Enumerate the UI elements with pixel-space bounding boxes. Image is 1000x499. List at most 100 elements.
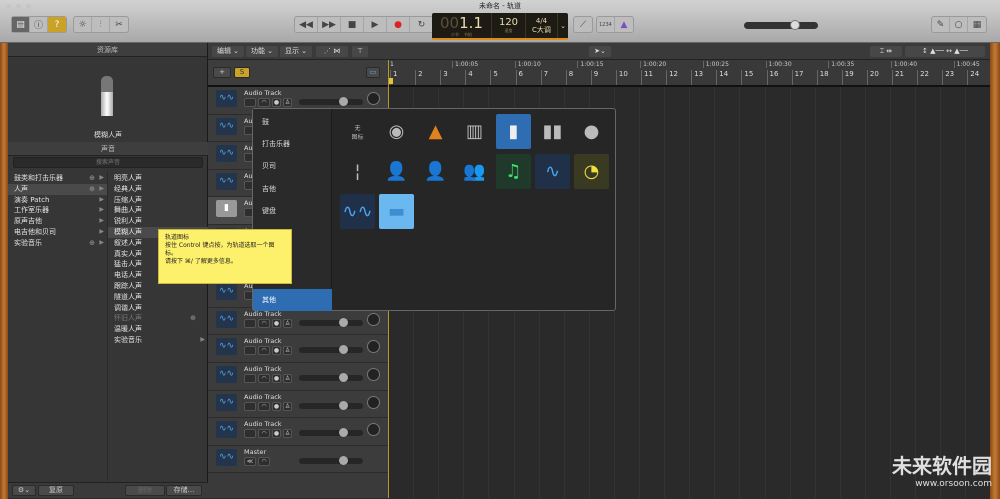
info-button[interactable]: ⓘ [30, 17, 48, 32]
automation-button[interactable]: ⋰ ⋈ [316, 46, 348, 57]
solo-headphones-button[interactable]: ◠ [258, 346, 270, 356]
functions-menu[interactable]: 功能 ⌄ [246, 46, 278, 57]
track-row[interactable]: ∿∿Audio Track◠●♙ [208, 335, 388, 363]
zoom-fit-buttons[interactable]: ⌶ ⇹ [870, 46, 902, 57]
view-menu[interactable]: 显示 ⌄ [280, 46, 312, 57]
pointer-tool-menu[interactable]: ➤⌄ [589, 46, 611, 57]
category-item[interactable]: 鼓类和打击乐器 ⊕ ▶ [8, 173, 107, 184]
slider-thumb[interactable] [339, 455, 348, 465]
track-icon[interactable]: ∿∿ [216, 338, 237, 356]
patch-item[interactable]: 锐利人声 [108, 216, 208, 227]
track-icon[interactable]: ∿∿ [216, 145, 237, 163]
mute-button[interactable] [244, 346, 256, 356]
category-item[interactable]: 电吉他和贝司 ▶ [8, 227, 107, 238]
cycle-button[interactable]: ↻ [410, 17, 433, 32]
mute-button[interactable] [244, 429, 256, 439]
track-icon[interactable]: ∿∿ [216, 90, 237, 107]
track-row[interactable]: ∿∿Audio Track◠●♙ [208, 390, 388, 419]
track-icon[interactable]: ∿∿ [216, 310, 237, 328]
folder-icon[interactable]: ▬ [379, 194, 414, 229]
catch-button[interactable]: ⊤ [352, 46, 368, 57]
lcd-dropdown-icon[interactable]: ⌄ [558, 13, 568, 38]
record-enable-button[interactable]: ● [272, 429, 281, 439]
search-sounds-input[interactable] [13, 157, 203, 168]
volume-slider[interactable] [299, 97, 363, 106]
download-icon[interactable]: ⊕ [89, 173, 95, 184]
zoom-sliders[interactable]: ↕ ▲── ↔ ▲── [905, 46, 985, 57]
record-enable-button[interactable]: ● [272, 374, 281, 383]
media-browser-button[interactable]: ▦ [968, 17, 986, 32]
icon-category-item[interactable]: 贝司 [253, 155, 332, 177]
record-button[interactable]: ● [387, 17, 410, 32]
mute-button[interactable] [244, 401, 256, 411]
solo-headphones-button[interactable]: ◠ [258, 374, 270, 383]
track-icon[interactable]: ∿∿ [216, 421, 237, 439]
volume-slider[interactable] [299, 317, 363, 327]
patch-item[interactable]: 怀旧人声 ⊕ [108, 313, 208, 324]
patch-item[interactable]: 舞曲人声 [108, 205, 208, 216]
forward-button[interactable]: ▶▶ [318, 17, 341, 32]
record-enable-button[interactable]: ● [272, 318, 281, 328]
slider-thumb[interactable] [339, 428, 348, 438]
mic-stand-icon[interactable]: ¦ [340, 154, 375, 189]
download-icon[interactable]: ⊕ [190, 313, 196, 324]
condenser-mic-icon[interactable]: ▮ [496, 114, 531, 149]
record-enable-button[interactable]: ● [272, 98, 281, 107]
solo-headphones-button[interactable]: ◠ [258, 429, 270, 439]
save-button[interactable]: 存储... [166, 485, 202, 496]
icon-category-item[interactable]: 打击乐器 [253, 133, 332, 155]
category-item[interactable]: 实验音乐 ⊕ ▶ [8, 238, 107, 249]
track-icon[interactable]: ∿∿ [216, 366, 237, 383]
slider-thumb[interactable] [339, 345, 348, 355]
vintage-mic-icon[interactable]: ● [574, 114, 609, 149]
patch-item[interactable]: 经典人声 [108, 184, 208, 195]
rewind-button[interactable]: ◀◀ [295, 17, 318, 32]
pan-knob[interactable] [367, 395, 380, 409]
audio-wave-icon[interactable]: ∿∿ [340, 194, 375, 229]
track-row[interactable]: ∿∿Audio Track◠●♙ [208, 307, 388, 336]
lcd-display[interactable]: 001.1 小节 节拍 120 速度 4/4 C大调 ⌄ [432, 13, 568, 40]
icon-category-item[interactable]: 鼓 [253, 111, 332, 133]
mute-button[interactable] [244, 318, 256, 328]
category-item[interactable]: 演奏 Patch ▶ [8, 195, 107, 206]
mute-button[interactable] [244, 374, 256, 383]
mute-button[interactable] [244, 98, 256, 107]
loop-browser-button[interactable]: ○ [950, 17, 968, 32]
track-row[interactable]: ∿∿ Master ≪ ◠ [208, 445, 388, 474]
notepad-button[interactable]: ✎ [932, 17, 950, 32]
metronome-button[interactable]: ▲ [615, 17, 633, 32]
track-icon[interactable]: ∿∿ [216, 283, 237, 301]
no-icon[interactable]: 无 图标 [340, 114, 375, 149]
global-tracks-button[interactable]: ▭ [366, 67, 380, 78]
ruler[interactable]: 1 1:00:05 1:00:10 1:00:15 1:00:20 1:00:25 1:00… [388, 60, 990, 87]
volume-slider[interactable] [299, 400, 363, 410]
pan-knob[interactable] [367, 312, 380, 326]
input-monitor-button[interactable]: ♙ [283, 401, 292, 411]
settings-menu-button[interactable]: ⚙⌄ [12, 485, 36, 496]
choir-icon[interactable]: 👥 [457, 154, 492, 189]
volume-slider[interactable] [299, 455, 363, 465]
icon-category-item[interactable]: 吉他 [253, 178, 332, 200]
volume-slider[interactable] [299, 373, 363, 382]
input-monitor-button[interactable]: ♙ [283, 346, 292, 356]
icon-category-item[interactable]: 其他 [253, 288, 332, 311]
edit-menu[interactable]: 编辑 ⌄ [212, 46, 244, 57]
tuner-button[interactable]: ⟋ [574, 17, 592, 32]
slider-thumb[interactable] [339, 400, 348, 410]
headphones-icon[interactable]: ◠ [258, 456, 270, 466]
slider-thumb[interactable] [339, 373, 348, 382]
master-button[interactable]: ≪ [244, 456, 256, 466]
patch-item[interactable]: 隧道人声 [108, 292, 208, 303]
music-note-icon[interactable]: ♫ [496, 154, 531, 189]
solo-headphones-button[interactable]: ◠ [258, 98, 270, 107]
library-button[interactable]: ▤ [12, 17, 30, 32]
patch-item[interactable]: 明亮人声 [108, 173, 208, 184]
smart-controls-button[interactable]: ☼ [74, 17, 92, 32]
icon-category-item[interactable]: 键盘 [253, 200, 332, 222]
track-row[interactable]: ∿∿Audio Track◠●♙ [208, 418, 388, 446]
slider-thumb[interactable] [339, 317, 348, 327]
solo-headphones-button[interactable]: ◠ [258, 401, 270, 411]
category-item[interactable]: 人声 ⊕ ▶ [8, 183, 107, 195]
pan-knob[interactable] [367, 423, 380, 437]
patch-item[interactable]: 温暖人声 [108, 324, 208, 335]
